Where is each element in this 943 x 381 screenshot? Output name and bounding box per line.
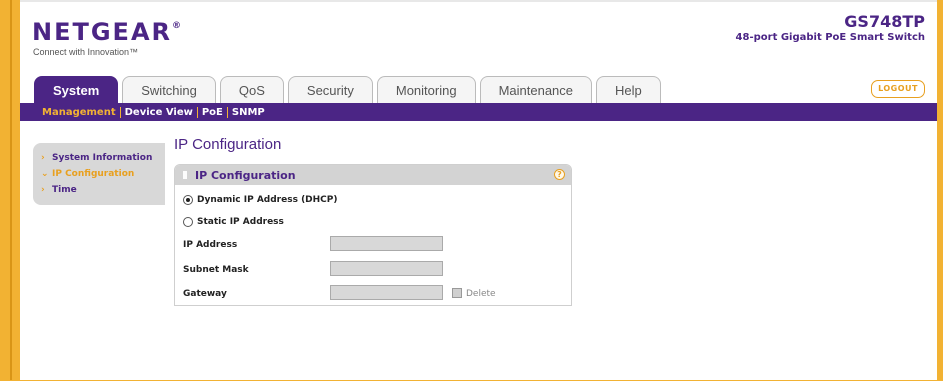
logout-button[interactable]: LOGOUT [871, 80, 925, 98]
tab-system[interactable]: System [34, 76, 119, 104]
ip-address-label: IP Address [183, 240, 238, 250]
subnav-snmp[interactable]: SNMP [228, 107, 269, 118]
static-ip-radio[interactable] [183, 217, 193, 227]
dhcp-radio[interactable] [183, 195, 193, 205]
panel-title: IP Configuration [195, 168, 296, 182]
delete-checkbox[interactable] [452, 288, 462, 298]
model-name: GS748TP [844, 12, 925, 31]
sidebar-item-label: IP Configuration [52, 169, 135, 179]
tab-maintenance[interactable]: Maintenance [479, 76, 593, 104]
subnav-poe[interactable]: PoE [198, 107, 227, 118]
sidebar-item-time[interactable]: › Time [33, 182, 165, 198]
help-icon[interactable]: ? [554, 169, 565, 180]
tab-qos[interactable]: QoS [219, 76, 284, 104]
delete-label: Delete [466, 289, 496, 299]
chevron-down-icon: ⌄ [41, 169, 49, 179]
subnav-device-view[interactable]: Device View [121, 107, 197, 118]
right-frame [937, 0, 943, 381]
dhcp-label: Dynamic IP Address (DHCP) [197, 195, 338, 205]
sidebar-item-ip-configuration[interactable]: ⌄ IP Configuration [33, 166, 165, 182]
tab-security[interactable]: Security [287, 76, 373, 104]
model-description: 48-port Gigabit PoE Smart Switch [735, 32, 925, 43]
static-ip-label: Static IP Address [197, 217, 284, 227]
tagline: Connect with Innovation™ [33, 47, 139, 57]
subnav-management[interactable]: Management [38, 107, 120, 118]
sidebar-item-label: Time [52, 185, 77, 195]
dhcp-option[interactable]: Dynamic IP Address (DHCP) [183, 195, 338, 205]
header: NETGEAR® Connect with Innovation™ GS748T… [20, 0, 937, 104]
sidebar-item-label: System Information [52, 153, 153, 163]
sidebar-item-system-information[interactable]: › System Information [33, 150, 165, 166]
static-ip-option[interactable]: Static IP Address [183, 217, 284, 227]
tab-help[interactable]: Help [596, 76, 661, 104]
grip-icon [183, 171, 187, 179]
sidebar: › System Information ⌄ IP Configuration … [33, 143, 165, 205]
subnet-mask-input[interactable] [330, 261, 443, 276]
netgear-logo: NETGEAR® [32, 18, 181, 46]
tab-monitoring[interactable]: Monitoring [376, 76, 476, 104]
left-frame-line [10, 0, 12, 381]
tab-switching[interactable]: Switching [122, 76, 216, 104]
ip-config-panel: IP Configuration ? Dynamic IP Address (D… [174, 164, 572, 306]
panel-header: IP Configuration ? [175, 165, 571, 185]
chevron-right-icon: › [41, 153, 45, 163]
ip-address-input[interactable] [330, 236, 443, 251]
main-tabs: System Switching QoS Security Monitoring… [34, 76, 661, 104]
sub-navigation: Management Device View PoE SNMP [20, 103, 937, 121]
subnet-mask-label: Subnet Mask [183, 265, 249, 275]
gateway-input[interactable] [330, 285, 443, 300]
page-title: IP Configuration [174, 136, 282, 153]
chevron-right-icon: › [41, 185, 45, 195]
gateway-label: Gateway [183, 289, 227, 299]
